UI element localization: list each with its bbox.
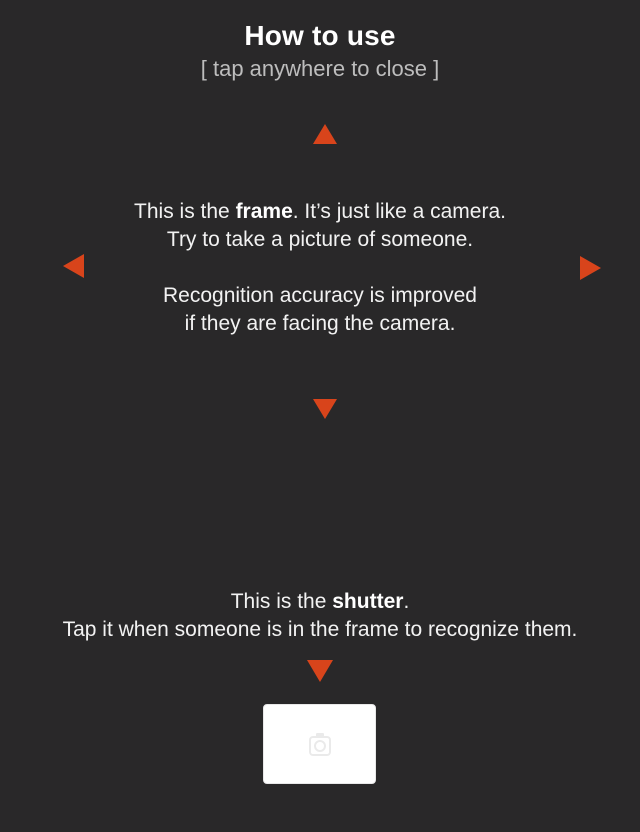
- frame-bottom-arrow-icon: [313, 399, 337, 419]
- shutter-pointer-arrow-icon: [307, 660, 333, 682]
- frame-instruction-line-4: if they are facing the camera.: [184, 312, 456, 335]
- frame-instruction-line-1: This is the frame. It’s just like a came…: [134, 200, 506, 223]
- frame-keyword: frame: [235, 200, 293, 223]
- close-hint: [ tap anywhere to close ]: [200, 56, 440, 81]
- shutter-instruction-line-2: Tap it when someone is in the frame to r…: [62, 618, 578, 641]
- help-overlay[interactable]: How to use [ tap anywhere to close ] Thi…: [0, 0, 640, 832]
- shutter-instructions: This is the shutter. Tap it when someone…: [0, 588, 640, 644]
- frame-instructions: This is the frame. It’s just like a came…: [0, 198, 640, 338]
- camera-icon: [309, 733, 331, 756]
- shutter-keyword: shutter: [332, 590, 404, 613]
- shutter-instruction-line-1: This is the shutter.: [230, 590, 410, 613]
- frame-instruction-line-3: Recognition accuracy is improved: [163, 284, 477, 307]
- frame-top-arrow-icon: [313, 124, 337, 144]
- shutter-button[interactable]: [263, 704, 376, 784]
- frame-instruction-line-2: Try to take a picture of someone.: [166, 228, 474, 251]
- page-title: How to use: [244, 20, 396, 51]
